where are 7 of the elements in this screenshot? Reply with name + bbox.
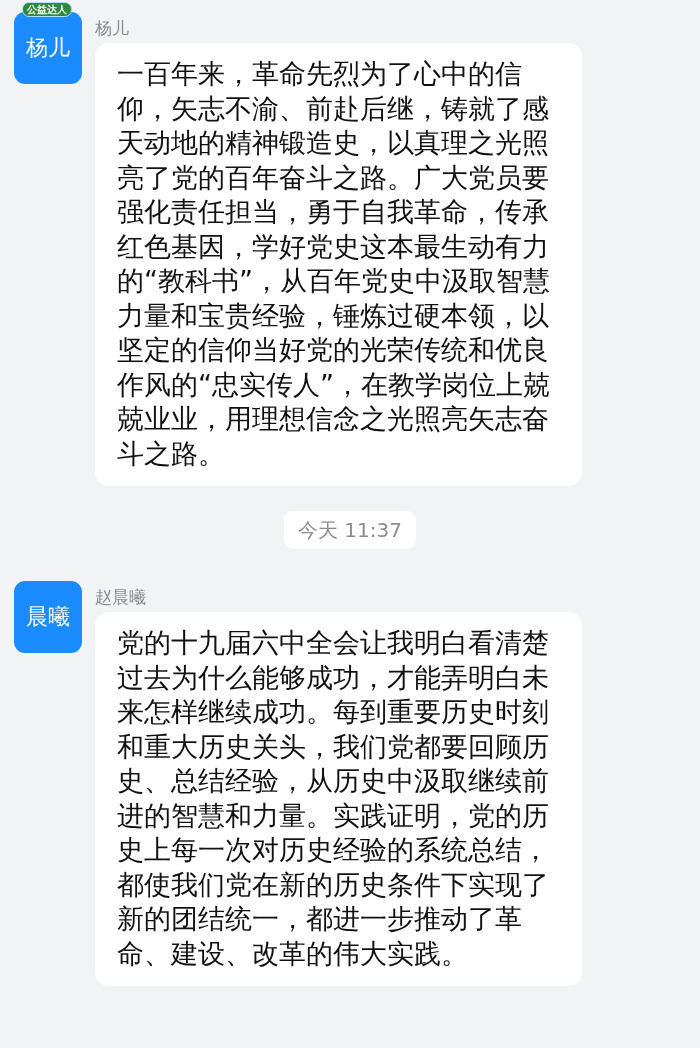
sender-name: 杨儿 [95,17,130,40]
badge: 公益达人 [22,2,72,17]
message-bubble: 一百年来，革命先烈为了心中的信仰，矢志不渝、前赴后继，铸就了感天动地的精神锻造史，以真理之光照亮了党的百年奋斗之路。广大党员要强化责任担当，勇于自我革命，传承红色基因，学好党史这本最生动有力的“教科书”，从百年党史中汲取智慧力量和宝贵经验，锤炼过硬本领，以坚定的信仰当好党的光荣传统和优良作风的“忠实传人”，在教学岗位上兢兢业业，用理想信念之光照亮矢志奋斗之路。 [95,43,582,486]
message-bubble: 党的十九届六中全会让我明白看清楚过去为什么能够成功，才能弄明白未来怎样继续成功。每到重要历史时刻和重大历史关头，我们党都要回顾历史、总结经验，从历史中汲取继续前进的智慧和力量。实践证明，党的历史上每一次对历史经验的系统总结，都使我们党在新的历史条件下实现了新的团结统一，都进一步推动了革命、建设、改革的伟大实践。 [95,612,582,986]
timestamp: 今天 11:37 [284,511,416,549]
sender-name: 赵晨曦 [95,586,147,609]
avatar[interactable]: 晨曦 [14,581,82,653]
